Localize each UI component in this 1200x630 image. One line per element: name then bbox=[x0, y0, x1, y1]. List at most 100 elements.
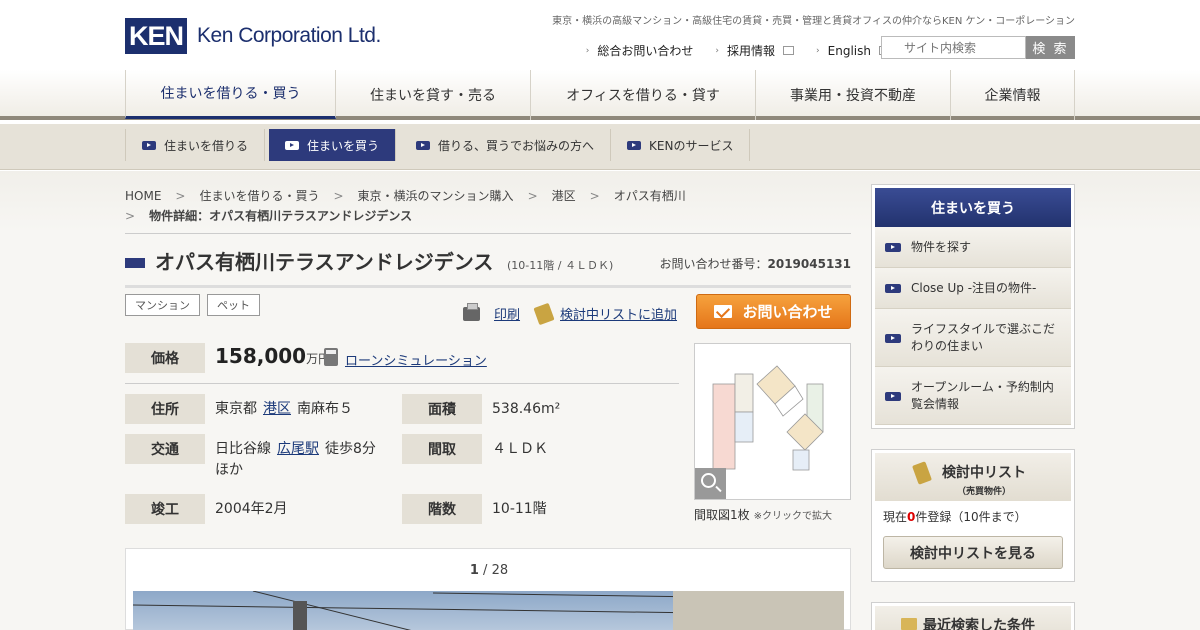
divider bbox=[125, 383, 679, 384]
sidebar-item-closeup[interactable]: Close Up -注目の物件- bbox=[875, 268, 1071, 309]
watchlist-header: 検討中リスト （売買物件） bbox=[875, 453, 1071, 501]
sub-nav-buy[interactable]: 住まいを買う bbox=[269, 129, 397, 161]
title-flag-icon bbox=[125, 258, 145, 268]
watchlist-subtitle: （売買物件） bbox=[956, 487, 1011, 497]
arrow-bullet-icon bbox=[142, 140, 156, 150]
breadcrumb-separator: > bbox=[333, 189, 344, 203]
breadcrumb-current: 物件詳細：オパス有栖川テラスアンドレジデンス bbox=[149, 209, 413, 223]
ward-link[interactable]: 港区 bbox=[263, 401, 291, 417]
recent-searches-header[interactable]: 最近検索した条件 bbox=[875, 606, 1071, 630]
address-value: 東京都 港区 南麻布５ bbox=[215, 401, 353, 417]
sidebar-buy-menu: 住まいを買う 物件を探す Close Up -注目の物件- ライフスタイルで選ぶ… bbox=[871, 184, 1075, 429]
gallery-counter: 1 / 28 bbox=[469, 563, 509, 578]
search-button[interactable]: 検 索 bbox=[1026, 36, 1075, 59]
breadcrumb-ward[interactable]: 港区 bbox=[552, 189, 576, 203]
folder-icon bbox=[901, 618, 917, 630]
arrow-bullet-icon bbox=[627, 140, 642, 150]
arrow-bullet-icon bbox=[885, 333, 901, 343]
divider bbox=[125, 233, 851, 234]
company-logo[interactable]: KEN Ken Corporation Ltd. bbox=[125, 18, 381, 54]
watchlist-title: 検討中リスト bbox=[942, 465, 1026, 481]
breadcrumb-separator: > bbox=[175, 189, 186, 203]
search-field-wrap bbox=[881, 36, 1026, 59]
site-search: 検 索 bbox=[881, 36, 1075, 59]
sub-nav: 住まいを借りる 住まいを買う 借りる、買うでお悩みの方へ KENのサービス bbox=[0, 124, 1200, 170]
sub-nav-services[interactable]: KENのサービス bbox=[611, 129, 751, 161]
util-link-english[interactable]: › English bbox=[816, 42, 890, 59]
floor-value: 10-11階 bbox=[492, 501, 547, 517]
price-label: 価格 bbox=[125, 343, 205, 373]
sidebar-recent-searches: 最近検索した条件 bbox=[871, 602, 1075, 630]
arrow-bullet-icon bbox=[416, 140, 431, 150]
util-link-inquiry[interactable]: › 総合お問い合わせ bbox=[586, 42, 694, 59]
tagline: 東京・横浜の高級マンション・高級住宅の賃貸・売買・管理と賃貸オフィスの仲介ならK… bbox=[552, 16, 1075, 27]
price-value: 158,000万円 bbox=[215, 344, 331, 368]
chevron-right-icon: › bbox=[816, 45, 820, 56]
sidebar-watchlist: 検討中リスト （売買物件） 現在0件登録（10件まで） 検討中リストを見る bbox=[871, 449, 1075, 582]
breadcrumb-rent-buy[interactable]: 住まいを借りる・買う bbox=[199, 189, 319, 203]
area-value: 538.46m² bbox=[492, 401, 561, 417]
print-link[interactable]: 印刷 bbox=[463, 302, 520, 323]
main-nav-office[interactable]: オフィスを借りる・貸す bbox=[531, 70, 756, 120]
sub-nav-help[interactable]: 借りる、買うでお悩みの方へ bbox=[400, 129, 612, 161]
property-title-row: オパス有栖川テラスアンドレジデンス (10-11階 / ４ＬＤＫ) お問い合わせ… bbox=[125, 248, 851, 278]
station-link[interactable]: 広尾駅 bbox=[277, 441, 319, 457]
calculator-icon bbox=[324, 348, 338, 366]
built-value: 2004年2月 bbox=[215, 501, 288, 517]
main-nav-investment[interactable]: 事業用・投資不動産 bbox=[756, 70, 951, 120]
layout-value: ４ＬＤＫ bbox=[492, 441, 548, 457]
zoom-button[interactable] bbox=[695, 468, 726, 499]
title-subtitle: (10-11階 / ４ＬＤＫ) bbox=[507, 259, 614, 272]
gallery-photo[interactable] bbox=[133, 591, 844, 630]
external-link-icon bbox=[783, 46, 795, 55]
breadcrumb-purchase[interactable]: 東京・横浜のマンション購入 bbox=[358, 189, 514, 203]
breadcrumb-separator: > bbox=[589, 189, 600, 203]
sidebar-buy-title: 住まいを買う bbox=[875, 188, 1071, 227]
inquiry-number: お問い合わせ番号：2019045131 bbox=[659, 257, 851, 271]
page-title: オパス有栖川テラスアンドレジデンス bbox=[155, 250, 494, 274]
arrow-bullet-icon bbox=[885, 243, 901, 252]
main-nav-rent-buy[interactable]: 住まいを借りる・買う bbox=[125, 70, 336, 119]
transit-value: 日比谷線 広尾駅 徒歩8分 ほか bbox=[215, 441, 376, 478]
arrow-bullet-icon bbox=[885, 391, 901, 401]
breadcrumb-separator: > bbox=[527, 189, 538, 203]
tag-mansion: マンション bbox=[125, 294, 200, 316]
logo-text: Ken Corporation Ltd. bbox=[197, 24, 381, 47]
photo-gallery: 1 / 28 bbox=[125, 548, 851, 630]
printer-icon bbox=[463, 302, 480, 321]
search-input[interactable] bbox=[881, 36, 1026, 59]
main-nav: 住まいを借りる・買う 住まいを貸す・売る オフィスを借りる・貸す 事業用・投資不… bbox=[0, 70, 1200, 120]
sub-nav-rent[interactable]: 住まいを借りる bbox=[125, 129, 266, 161]
watchlist-count: 現在0件登録（10件まで） bbox=[883, 510, 1027, 524]
layout-label: 間取 bbox=[402, 434, 482, 464]
transit-label: 交通 bbox=[125, 434, 205, 464]
sub-nav-tabs: 住まいを借りる 住まいを買う 借りる、買うでお悩みの方へ KENのサービス bbox=[125, 129, 751, 165]
sidebar-item-lifestyle[interactable]: ライフスタイルで選ぶこだわりの住まい bbox=[875, 309, 1071, 367]
sidebar-item-search[interactable]: 物件を探す bbox=[875, 227, 1071, 268]
floorplan-thumbnail[interactable] bbox=[694, 343, 851, 500]
breadcrumb-separator: > bbox=[125, 209, 136, 223]
header: KEN Ken Corporation Ltd. 東京・横浜の高級マンション・高… bbox=[0, 0, 1200, 70]
contact-button[interactable]: お問い合わせ bbox=[696, 294, 851, 329]
arrow-bullet-icon bbox=[285, 140, 300, 150]
arrow-bullet-icon bbox=[885, 284, 901, 293]
breadcrumb-home[interactable]: HOME bbox=[125, 189, 161, 203]
add-to-list-link[interactable]: 検討中リストに追加 bbox=[533, 302, 677, 325]
logo-mark: KEN bbox=[125, 18, 188, 54]
address-label: 住所 bbox=[125, 394, 205, 424]
main-nav-lease-sell[interactable]: 住まいを貸す・売る bbox=[336, 70, 531, 120]
main-nav-tabs: 住まいを借りる・買う 住まいを貸す・売る オフィスを借りる・貸す 事業用・投資不… bbox=[125, 70, 1075, 120]
main-nav-company[interactable]: 企業情報 bbox=[951, 70, 1075, 120]
built-label: 竣工 bbox=[125, 494, 205, 524]
view-watchlist-button[interactable]: 検討中リストを見る bbox=[883, 536, 1063, 569]
floor-label: 階数 bbox=[402, 494, 482, 524]
util-link-recruit[interactable]: › 採用情報 bbox=[715, 42, 795, 59]
zoom-in-icon bbox=[701, 473, 716, 488]
building-photo bbox=[133, 591, 844, 630]
breadcrumb: HOME > 住まいを借りる・買う > 東京・横浜のマンション購入 > 港区 > オパス有栖川 … bbox=[125, 186, 851, 226]
chevron-right-icon: › bbox=[585, 45, 590, 56]
loan-simulation-link[interactable]: ローンシミュレーション bbox=[345, 350, 487, 369]
breadcrumb-building[interactable]: オパス有栖川 bbox=[614, 189, 686, 203]
sidebar-item-openroom[interactable]: オープンルーム・予約制内覧会情報 bbox=[875, 367, 1071, 425]
mail-icon bbox=[714, 305, 733, 318]
